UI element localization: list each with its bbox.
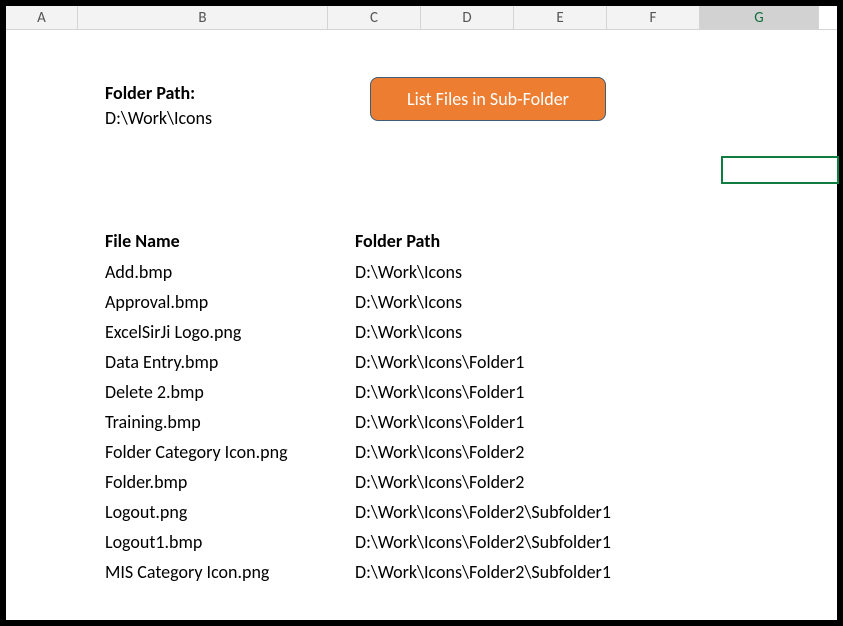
cell-filename: Logout.png [105, 501, 355, 523]
column-header-B[interactable]: B [78, 6, 328, 29]
table-row: Data Entry.bmpD:\Work\Icons\Folder1 [105, 347, 611, 377]
cell-folderpath: D:\Work\Icons\Folder1 [355, 411, 524, 433]
cell-folderpath: D:\Work\Icons [355, 291, 462, 313]
table-body: Add.bmpD:\Work\IconsApproval.bmpD:\Work\… [105, 257, 611, 587]
table-header-folderpath: Folder Path [355, 230, 440, 252]
cell-filename: Folder.bmp [105, 471, 355, 493]
table-header-filename: File Name [105, 230, 180, 252]
cell-filename: Folder Category Icon.png [105, 441, 355, 463]
cell-folderpath: D:\Work\Icons [355, 261, 462, 283]
selected-cell[interactable] [721, 156, 839, 184]
column-header-F[interactable]: F [607, 6, 700, 29]
folder-path-label: Folder Path: [105, 82, 195, 104]
table-row: Training.bmpD:\Work\Icons\Folder1 [105, 407, 611, 437]
table-row: Logout.pngD:\Work\Icons\Folder2\Subfolde… [105, 497, 611, 527]
cell-filename: Delete 2.bmp [105, 381, 355, 403]
sheet-body[interactable]: Folder Path: D:\Work\Icons List Files in… [6, 30, 837, 620]
column-header-G[interactable]: G [700, 6, 819, 29]
cell-filename: Training.bmp [105, 411, 355, 433]
cell-filename: MIS Category Icon.png [105, 561, 355, 583]
spreadsheet-workbook: A B C D E F G Folder Path: D:\Work\Icons… [6, 6, 837, 620]
cell-filename: ExcelSirJi Logo.png [105, 321, 355, 343]
cell-folderpath: D:\Work\Icons\Folder2\Subfolder1 [355, 501, 611, 523]
cell-folderpath: D:\Work\Icons\Folder2\Subfolder1 [355, 561, 611, 583]
cell-filename: Logout1.bmp [105, 531, 355, 553]
table-row: Delete 2.bmpD:\Work\Icons\Folder1 [105, 377, 611, 407]
cell-folderpath: D:\Work\Icons [355, 321, 462, 343]
list-files-button[interactable]: List Files in Sub-Folder [370, 77, 606, 121]
table-row: Folder.bmpD:\Work\Icons\Folder2 [105, 467, 611, 497]
column-header-D[interactable]: D [421, 6, 514, 29]
cell-filename: Data Entry.bmp [105, 351, 355, 373]
table-row: Folder Category Icon.pngD:\Work\Icons\Fo… [105, 437, 611, 467]
cell-folderpath: D:\Work\Icons\Folder1 [355, 381, 524, 403]
table-row: Add.bmpD:\Work\Icons [105, 257, 611, 287]
table-row: MIS Category Icon.pngD:\Work\Icons\Folde… [105, 557, 611, 587]
folder-path-value: D:\Work\Icons [105, 107, 212, 129]
cell-filename: Approval.bmp [105, 291, 355, 313]
table-row: ExcelSirJi Logo.pngD:\Work\Icons [105, 317, 611, 347]
column-headers: A B C D E F G [6, 6, 837, 30]
column-header-A[interactable]: A [6, 6, 78, 29]
cell-folderpath: D:\Work\Icons\Folder2\Subfolder1 [355, 531, 611, 553]
cell-folderpath: D:\Work\Icons\Folder1 [355, 351, 524, 373]
cell-folderpath: D:\Work\Icons\Folder2 [355, 471, 524, 493]
table-row: Logout1.bmpD:\Work\Icons\Folder2\Subfold… [105, 527, 611, 557]
cell-folderpath: D:\Work\Icons\Folder2 [355, 441, 524, 463]
column-header-E[interactable]: E [514, 6, 607, 29]
cell-filename: Add.bmp [105, 261, 355, 283]
table-row: Approval.bmpD:\Work\Icons [105, 287, 611, 317]
column-header-C[interactable]: C [328, 6, 421, 29]
